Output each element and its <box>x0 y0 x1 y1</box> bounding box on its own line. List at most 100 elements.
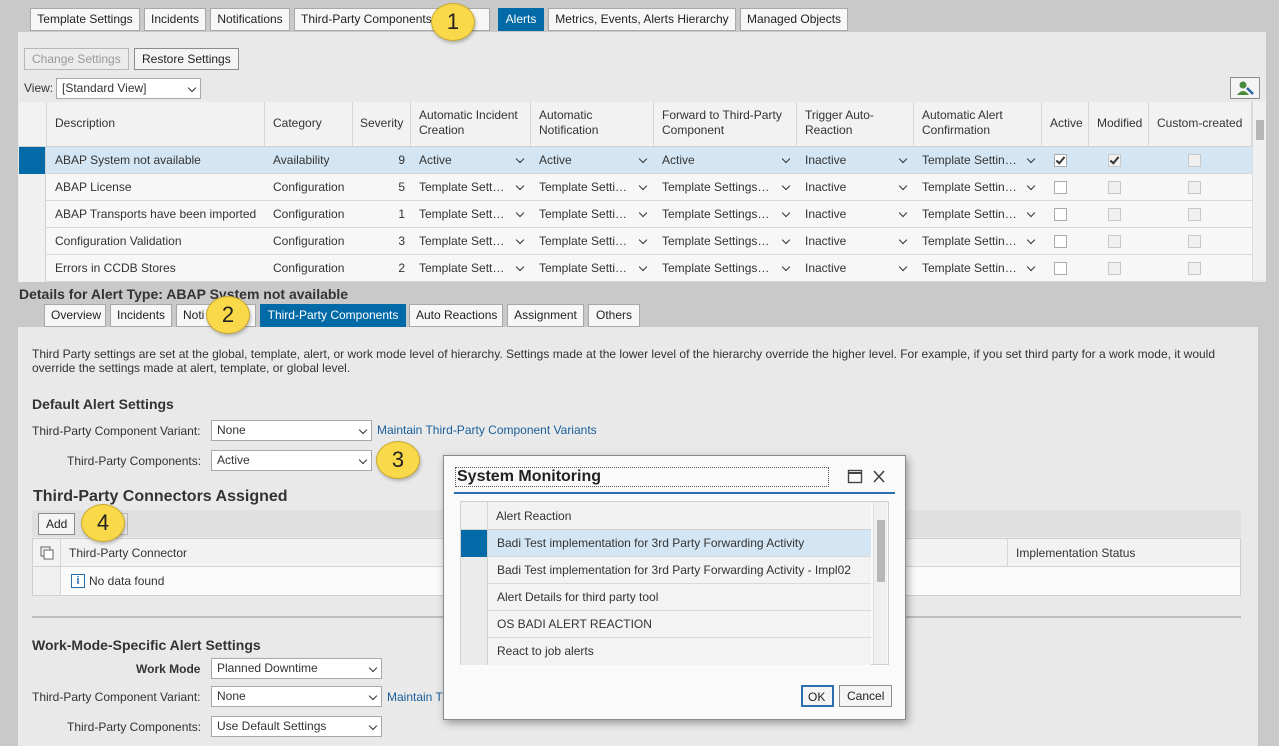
trigger-dropdown[interactable]: Inactive <box>797 174 914 201</box>
tab-incidents-detail[interactable]: Incidents <box>110 304 172 327</box>
select-all-cell[interactable] <box>461 502 488 530</box>
tab-third-party-components-detail[interactable]: Third-Party Components <box>260 304 406 327</box>
incident-creation-dropdown[interactable]: Template Sett… <box>411 228 531 255</box>
notification-dropdown[interactable]: Template Setti… <box>531 174 654 201</box>
confirmation-dropdown[interactable]: Template Settin… <box>914 174 1042 201</box>
tab-auto-reactions[interactable]: Auto Reactions <box>409 304 503 327</box>
col-automatic-incident-creation[interactable]: Automatic Incident Creation <box>411 102 531 146</box>
row-selector[interactable] <box>19 201 46 228</box>
columns-icon[interactable] <box>33 539 61 567</box>
active-checkbox[interactable] <box>1054 208 1067 221</box>
tab-others[interactable]: Others <box>588 304 640 327</box>
variant-select[interactable]: None <box>211 420 372 441</box>
table-row[interactable]: Errors in CCDB Stores Configuration 2 Te… <box>19 255 1252 282</box>
list-item[interactable]: OS BADI ALERT REACTION <box>461 611 871 638</box>
trigger-dropdown[interactable]: Inactive <box>797 201 914 228</box>
notification-dropdown[interactable]: Active <box>531 147 654 174</box>
col-description[interactable]: Description <box>47 102 265 146</box>
select-all-cell[interactable] <box>19 102 47 146</box>
add-button[interactable]: Add <box>38 513 76 535</box>
incident-creation-dropdown[interactable]: Template Sett… <box>411 201 531 228</box>
table-row[interactable]: Configuration Validation Configuration 3… <box>19 228 1252 255</box>
col-active[interactable]: Active <box>1042 102 1089 146</box>
row-selector[interactable] <box>19 255 46 282</box>
tab-overview[interactable]: Overview <box>44 304 106 327</box>
row-selector[interactable] <box>461 530 488 557</box>
col-severity[interactable]: Severity <box>353 102 411 146</box>
table-row[interactable]: ABAP License Configuration 5 Template Se… <box>19 174 1252 201</box>
tab-alerts[interactable]: Alerts <box>498 8 544 31</box>
ok-button[interactable]: OK <box>801 685 834 707</box>
wm-components-select[interactable]: Use Default Settings <box>211 716 382 737</box>
row-selector[interactable] <box>461 611 488 638</box>
forward-dropdown[interactable]: Template Settings… <box>654 174 797 201</box>
scrollbar-thumb[interactable] <box>877 520 885 582</box>
col-alert-reaction[interactable]: Alert Reaction <box>496 509 571 523</box>
col-category[interactable]: Category <box>265 102 353 146</box>
list-item[interactable]: Badi Test implementation for 3rd Party F… <box>461 530 871 557</box>
trigger-dropdown[interactable]: Inactive <box>797 255 914 282</box>
list-item[interactable]: React to job alerts <box>461 638 871 665</box>
forward-dropdown[interactable]: Active <box>654 147 797 174</box>
col-third-party-connector[interactable]: Third-Party Connector <box>69 546 187 560</box>
active-checkbox[interactable] <box>1054 154 1067 167</box>
row-selector[interactable] <box>461 638 488 665</box>
forward-dropdown[interactable]: Template Settings… <box>654 255 797 282</box>
col-implementation-status[interactable]: Implementation Status <box>1007 539 1143 567</box>
col-trigger-auto-reaction[interactable]: Trigger Auto-Reaction <box>797 102 914 146</box>
confirmation-dropdown[interactable]: Template Settin… <box>914 255 1042 282</box>
workmode-select[interactable]: Planned Downtime <box>211 658 382 679</box>
notification-dropdown[interactable]: Template Setti… <box>531 255 654 282</box>
incident-creation-dropdown[interactable]: Template Sett… <box>411 174 531 201</box>
confirmation-dropdown[interactable]: Template Settin… <box>914 201 1042 228</box>
col-forward-third-party[interactable]: Forward to Third-Party Component <box>654 102 797 146</box>
col-modified[interactable]: Modified <box>1089 102 1149 146</box>
personalize-button[interactable] <box>1230 77 1260 99</box>
row-selector[interactable] <box>19 174 46 201</box>
tab-metrics-events-alerts-hierarchy[interactable]: Metrics, Events, Alerts Hierarchy <box>548 8 736 31</box>
row-selector[interactable] <box>19 228 46 255</box>
notification-dropdown[interactable]: Template Setti… <box>531 201 654 228</box>
table-row[interactable]: ABAP Transports have been imported Confi… <box>19 201 1252 228</box>
tab-notifications[interactable]: Notifications <box>210 8 290 31</box>
cancel-button[interactable]: Cancel <box>839 685 893 707</box>
custom-created-checkbox <box>1188 262 1201 275</box>
row-selector[interactable] <box>461 584 488 611</box>
scrollbar-thumb[interactable] <box>1256 120 1264 140</box>
incident-creation-dropdown[interactable]: Active <box>411 147 531 174</box>
active-checkbox[interactable] <box>1054 181 1067 194</box>
list-item[interactable]: Badi Test implementation for 3rd Party F… <box>461 557 871 584</box>
view-select[interactable]: [Standard View] <box>56 78 201 99</box>
tab-incidents[interactable]: Incidents <box>144 8 206 31</box>
change-settings-button[interactable]: Change Settings <box>24 48 129 70</box>
row-selector[interactable] <box>461 557 488 584</box>
tab-template-settings[interactable]: Template Settings <box>30 8 140 31</box>
maintain-variants-link[interactable]: Maintain Third-Party Component Variants <box>377 423 597 437</box>
wm-maintain-link[interactable]: Maintain T <box>387 690 443 704</box>
confirmation-dropdown[interactable]: Template Settin… <box>914 228 1042 255</box>
notification-dropdown[interactable]: Template Setti… <box>531 228 654 255</box>
restore-settings-button[interactable]: Restore Settings <box>134 48 239 70</box>
forward-dropdown[interactable]: Template Settings… <box>654 228 797 255</box>
row-selector[interactable] <box>19 147 46 174</box>
col-automatic-notification[interactable]: Automatic Notification <box>531 102 654 146</box>
active-checkbox[interactable] <box>1054 235 1067 248</box>
close-icon[interactable] <box>871 469 887 484</box>
confirmation-dropdown[interactable]: Template Settin… <box>914 147 1042 174</box>
alerts-table-scrollbar[interactable] <box>1252 102 1266 280</box>
col-custom-created[interactable]: Custom-created <box>1149 102 1252 146</box>
trigger-dropdown[interactable]: Inactive <box>797 147 914 174</box>
list-scrollbar[interactable] <box>873 502 887 664</box>
incident-creation-dropdown[interactable]: Template Sett… <box>411 255 531 282</box>
list-item[interactable]: Alert Details for third party tool <box>461 584 871 611</box>
components-select[interactable]: Active <box>211 450 372 471</box>
col-automatic-alert-confirmation[interactable]: Automatic Alert Confirmation <box>914 102 1042 146</box>
wm-variant-select[interactable]: None <box>211 686 382 707</box>
forward-dropdown[interactable]: Template Settings… <box>654 201 797 228</box>
trigger-dropdown[interactable]: Inactive <box>797 228 914 255</box>
maximize-icon[interactable] <box>847 469 863 484</box>
tab-assignment[interactable]: Assignment <box>507 304 584 327</box>
active-checkbox[interactable] <box>1054 262 1067 275</box>
tab-managed-objects[interactable]: Managed Objects <box>740 8 848 31</box>
table-row[interactable]: ABAP System not available Availability 9… <box>19 147 1252 174</box>
